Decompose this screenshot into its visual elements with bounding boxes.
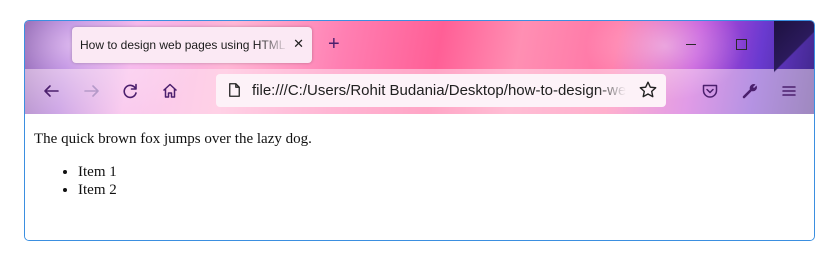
maximize-button[interactable] <box>730 36 752 52</box>
page-icon <box>229 83 240 97</box>
maximize-icon <box>735 38 747 50</box>
tab-close-icon[interactable]: ✕ <box>293 36 304 52</box>
pocket-button[interactable] <box>698 79 722 103</box>
developer-tools-button[interactable] <box>738 79 762 103</box>
address-bar[interactable]: file:///C:/Users/Rohit Budania/Desktop/h… <box>216 74 666 107</box>
minimize-icon <box>686 43 696 45</box>
list-item: Item 2 <box>78 181 117 199</box>
minimize-button[interactable] <box>680 36 702 52</box>
back-button[interactable] <box>37 77 65 105</box>
arrow-left-icon <box>44 85 59 97</box>
tab-title: How to design web pages using HTML <box>80 38 286 52</box>
bulleted-list: Item 1 Item 2 <box>34 163 117 199</box>
page-paragraph: The quick brown fox jumps over the lazy … <box>34 131 312 147</box>
new-tab-button[interactable]: + <box>328 34 340 54</box>
bookmark-star-icon[interactable] <box>638 80 658 100</box>
wrench-icon <box>742 84 757 99</box>
forward-button[interactable] <box>78 77 106 105</box>
arrow-right-icon <box>84 85 99 97</box>
list-item: Item 1 <box>78 163 117 181</box>
close-window-button[interactable]: ✕ <box>781 36 803 53</box>
browser-window: How to design web pages using HTML ✕ + ✕ <box>24 20 815 241</box>
reload-icon <box>123 83 137 99</box>
nav-toolbar: file:///C:/Users/Rohit Budania/Desktop/h… <box>25 69 814 114</box>
home-icon <box>162 83 178 98</box>
url-text[interactable]: file:///C:/Users/Rohit Budania/Desktop/h… <box>252 82 626 99</box>
home-button[interactable] <box>156 77 184 105</box>
app-menu-button[interactable] <box>777 79 801 103</box>
reload-button[interactable] <box>116 77 144 105</box>
page-content: The quick brown fox jumps over the lazy … <box>25 114 814 240</box>
browser-chrome: How to design web pages using HTML ✕ + ✕ <box>25 21 814 114</box>
tab-active[interactable]: How to design web pages using HTML ✕ <box>72 27 312 63</box>
hamburger-menu-icon <box>782 86 796 96</box>
pocket-icon <box>702 84 718 98</box>
